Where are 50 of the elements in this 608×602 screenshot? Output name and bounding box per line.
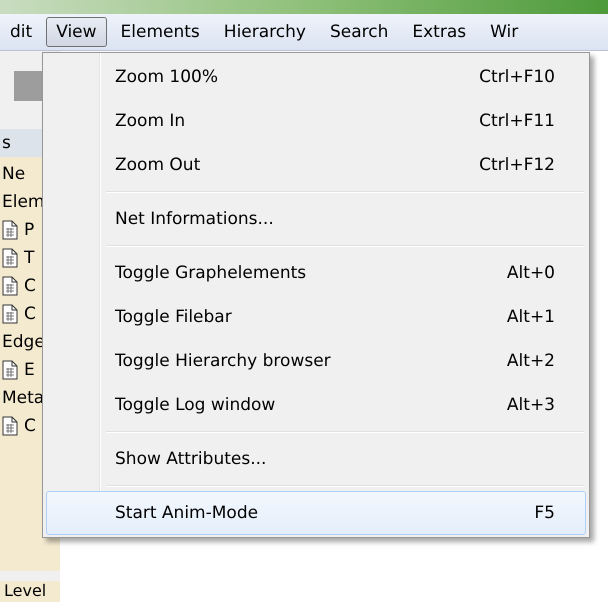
document-icon: [2, 304, 18, 324]
menu-bar-item[interactable]: View: [46, 17, 107, 47]
menu-bar-item[interactable]: Extras: [402, 17, 476, 47]
tree-group[interactable]: Ne: [2, 164, 26, 184]
menu-item-label: Toggle Hierarchy browser: [115, 351, 331, 371]
shortcut-text: Alt+3: [506, 395, 555, 415]
shortcut-text: Alt+2: [506, 351, 555, 371]
menu-item-label: Show Attributes...: [115, 449, 266, 469]
menu-bar-item[interactable]: Elements: [110, 17, 210, 47]
tree-group[interactable]: Edge: [2, 332, 45, 352]
shortcut-text: Alt+1: [506, 307, 555, 327]
shortcut-text: F5: [534, 503, 555, 523]
menu-bar-item[interactable]: Wir: [480, 17, 528, 47]
menu-item-label: Start Anim-Mode: [115, 503, 258, 523]
menu-bar-item[interactable]: Search: [320, 17, 398, 47]
menu-item-label: Toggle Graphelements: [115, 263, 306, 283]
menu-item-label: Zoom 100%: [115, 67, 218, 87]
tree-item[interactable]: C: [24, 276, 36, 296]
document-icon: [2, 416, 18, 436]
menu-bar-item[interactable]: dit: [0, 17, 42, 47]
menu-item-label: Net Informations...: [115, 209, 274, 229]
tree-group[interactable]: Elem: [2, 192, 44, 212]
document-icon: [2, 220, 18, 240]
menu-item-label: Zoom In: [115, 111, 186, 131]
tree-item[interactable]: P: [24, 220, 34, 240]
panel-label: Level: [0, 581, 60, 602]
tree-item[interactable]: C: [24, 416, 36, 436]
menu-item[interactable]: Toggle Graphelements Alt+0: [46, 251, 586, 295]
document-icon: [2, 360, 18, 380]
tree-item[interactable]: E: [24, 360, 35, 380]
tree-item[interactable]: C: [24, 304, 36, 324]
shortcut-text: Alt+0: [506, 263, 555, 283]
shortcut-text: Ctrl+F11: [479, 111, 555, 131]
tree-item[interactable]: T: [24, 248, 34, 268]
shortcut-text: Ctrl+F10: [479, 67, 555, 87]
menu-item-label: Toggle Filebar: [115, 307, 232, 327]
menu-bar-item[interactable]: Hierarchy: [214, 17, 316, 47]
document-icon: [2, 248, 18, 268]
tree-group[interactable]: Meta: [2, 388, 44, 408]
menu-item[interactable]: Net Informations...: [46, 197, 586, 241]
menu-item[interactable]: Zoom 100% Ctrl+F10: [46, 55, 586, 99]
menu-item-label: Toggle Log window: [115, 395, 276, 415]
menu-item[interactable]: Toggle Hierarchy browser Alt+2: [46, 339, 586, 383]
menu-item[interactable]: Toggle Log window Alt+3: [46, 383, 586, 427]
shortcut-text: Ctrl+F12: [479, 155, 555, 175]
document-icon: [2, 276, 18, 296]
menu-item[interactable]: Show Attributes...: [46, 437, 586, 481]
menu-item[interactable]: Start Anim-Mode F5: [46, 491, 586, 535]
menu-item[interactable]: Toggle Filebar Alt+1: [46, 295, 586, 339]
menu-item-label: Zoom Out: [115, 155, 200, 175]
